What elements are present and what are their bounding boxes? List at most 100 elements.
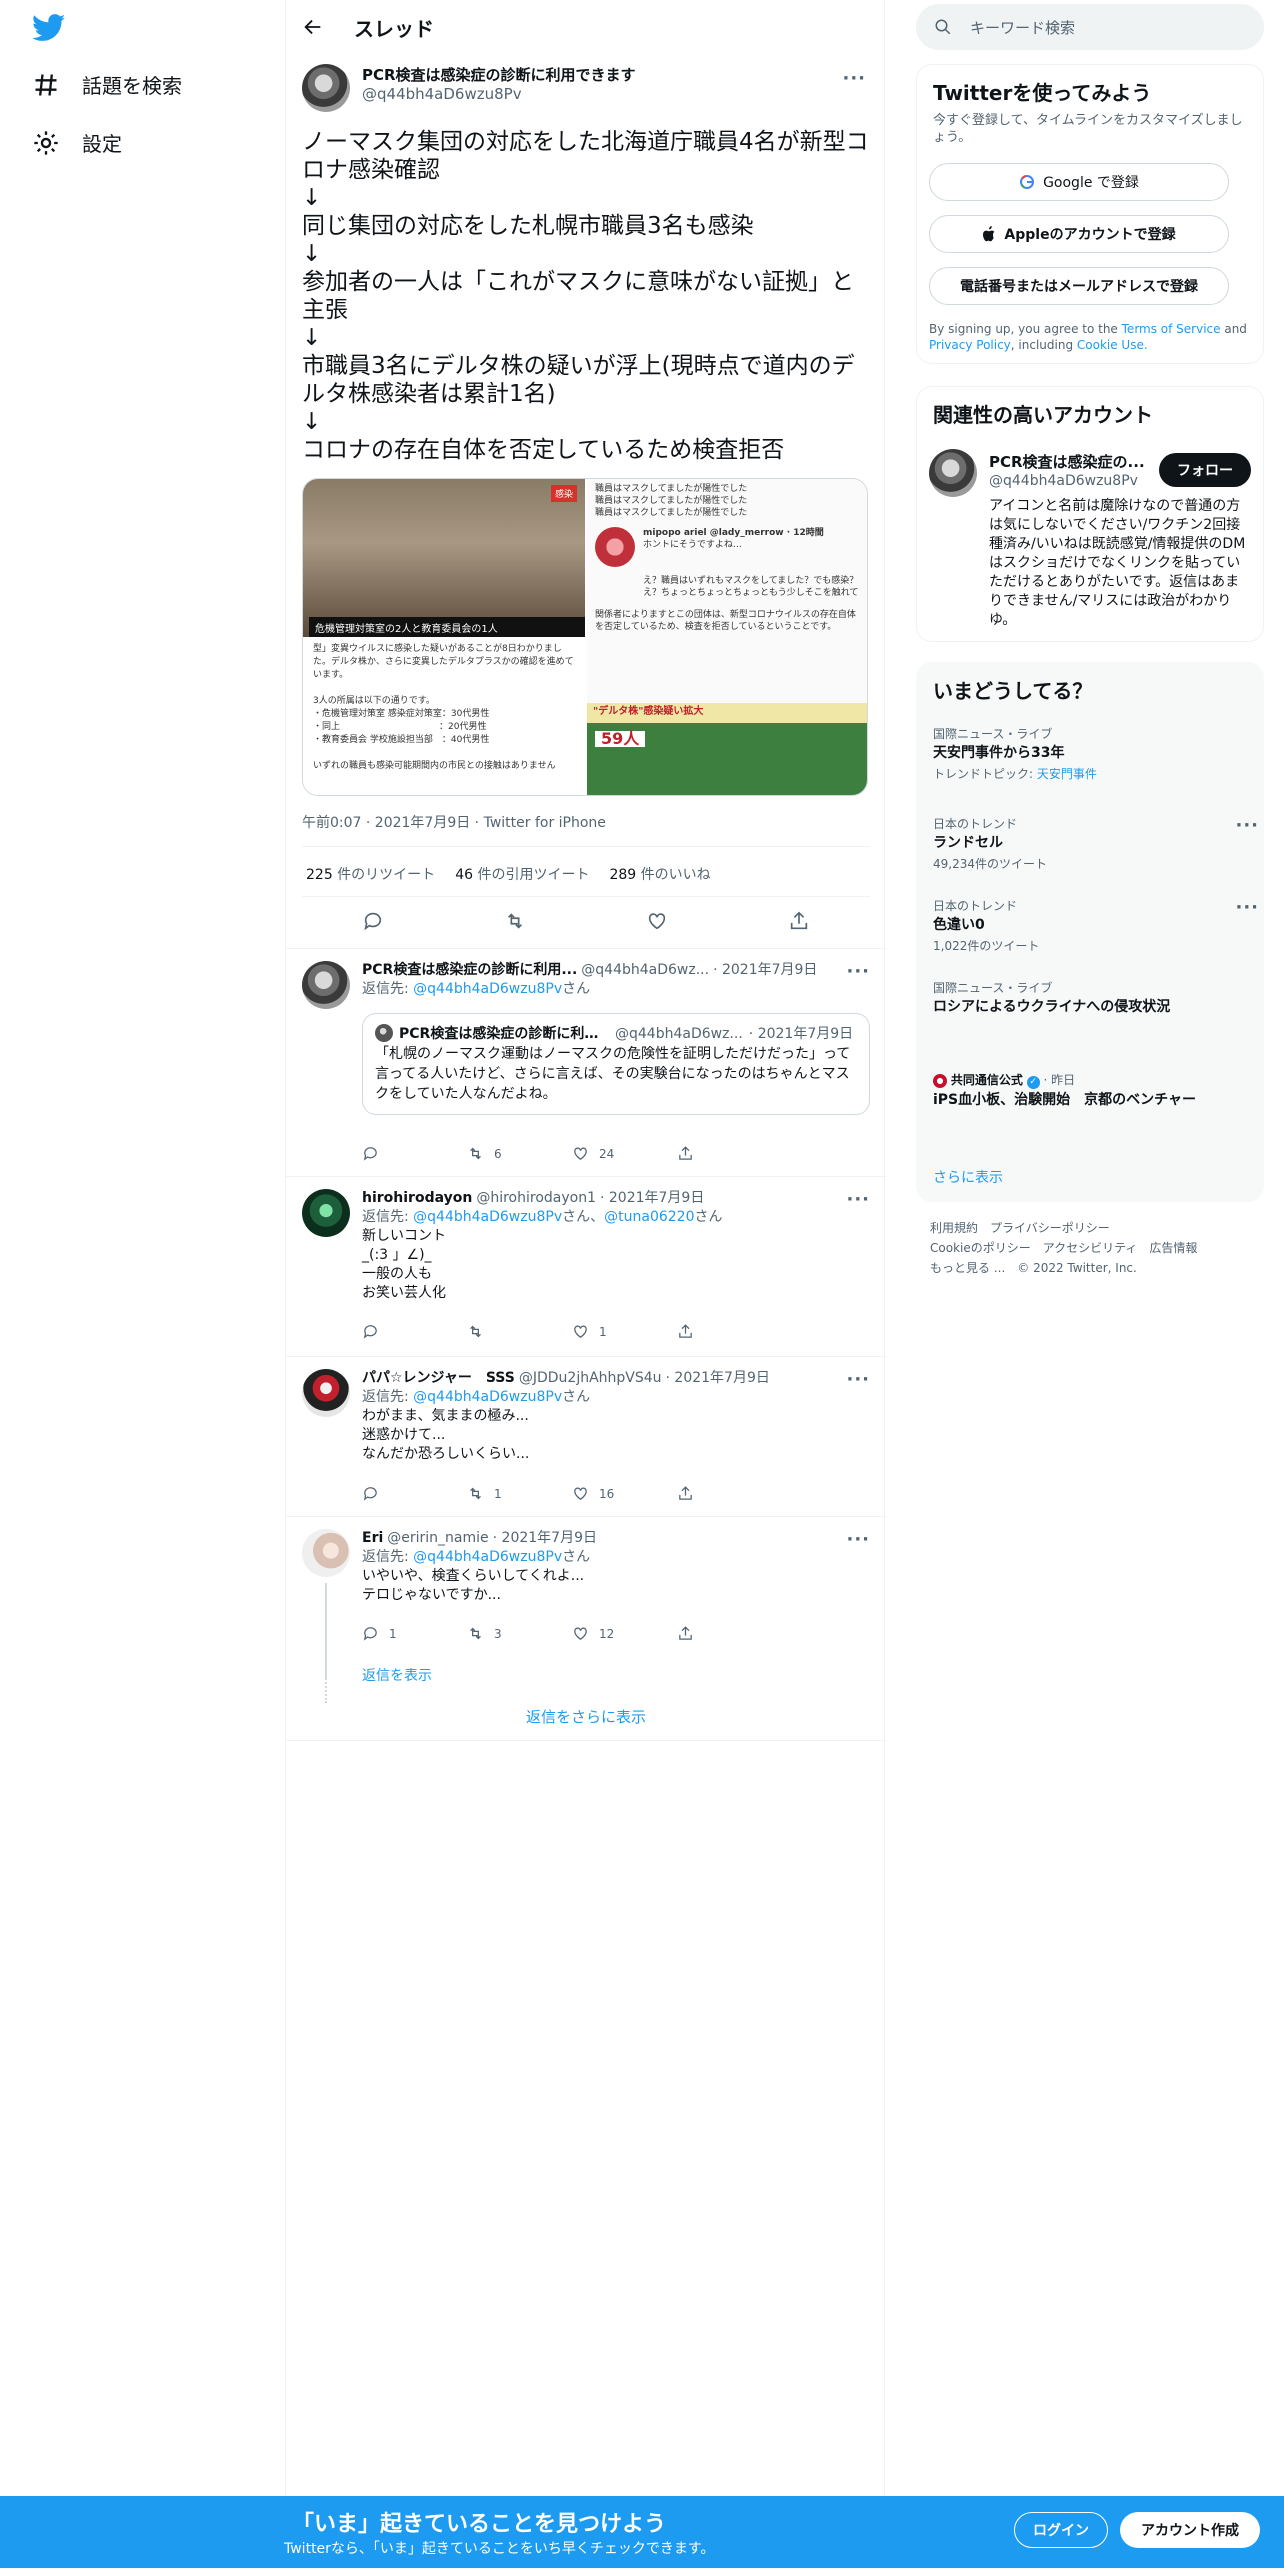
reply-button[interactable]: 1 [362,1625,467,1642]
share-icon[interactable] [788,910,810,932]
reply-tweet[interactable]: ··· パパ☆レンジャー SSS @JDDu2jhAhhpVS4u · 2021… [286,1357,886,1517]
share-button[interactable] [677,1485,782,1502]
reply-actions: 1 [362,1323,782,1340]
show-more-replies-link[interactable]: 返信をさらに表示 [286,1706,886,1727]
cookie-link[interactable]: Cookie Use. [1077,338,1148,352]
reply-date[interactable]: · 2021年7月9日 [600,1189,704,1208]
reply-date[interactable]: · 2021年7月9日 [493,1529,597,1548]
relevant-account-handle[interactable]: @q44bh4aD6wzu8Pv [989,473,1138,489]
like-button[interactable]: 1 [572,1323,677,1340]
reply-date[interactable]: · 2021年7月9日 [713,961,817,980]
reply-actions: 1 16 [362,1485,782,1502]
google-signup-button[interactable]: Google で登録 [929,163,1229,201]
reply-tweet[interactable]: ··· PCR検査は感染症の診断に利用... @q44bh4aD6wz... ·… [286,949,886,1177]
reply-text: いやいや、検査くらいしてくれよ... テロじゃないですか... [362,1568,585,1603]
retweet-icon[interactable] [504,910,526,932]
phone-email-signup-button[interactable]: 電話番号またはメールアドレスで登録 [929,267,1229,305]
trend-topic-link[interactable]: 天安門事件 [1037,767,1097,781]
footer-ads-link[interactable]: 広告情報 [1149,1241,1197,1255]
media-image-1[interactable]: 感染 危機管理対策室の2人と教育委員会の1人 型」変異ウイルスに感染した疑いがあ… [303,479,585,795]
privacy-link[interactable]: Privacy Policy [929,338,1011,352]
reply-button[interactable] [362,1145,467,1162]
retweet-count[interactable]: 225 件のリツイート [306,864,435,884]
nav-settings[interactable]: 設定 [32,128,122,157]
more-options-icon[interactable]: ··· [1235,815,1259,836]
back-arrow-icon[interactable] [302,16,324,38]
mention-link[interactable]: @q44bh4aD6wzu8Pv [413,1209,562,1225]
reply-date[interactable]: · 2021年7月9日 [666,1369,770,1388]
reply-author-name[interactable]: hirohirodayon [362,1189,472,1208]
retweet-button[interactable] [467,1323,572,1340]
mention-link[interactable]: @tuna06220 [604,1209,694,1225]
trend-item[interactable]: 日本のトレンド ランドセル 49,234件のツイート ··· [933,815,1258,872]
tweet-timestamp[interactable]: 午前0:07 · 2021年7月9日 · Twitter for iPhone [302,812,606,832]
mention-link[interactable]: @q44bh4aD6wzu8Pv [413,981,562,997]
avatar[interactable] [302,1529,350,1577]
search-bar[interactable]: キーワード検索 [916,4,1264,50]
quote-count[interactable]: 46 件の引用ツイート [455,864,589,884]
reply-author-handle[interactable]: @q44bh4aD6wz... [581,961,709,980]
reply-author-handle[interactable]: @hirohirodayon1 [476,1189,596,1208]
footer-cookie-link[interactable]: Cookieのポリシー [930,1241,1031,1255]
mention-link[interactable]: @q44bh4aD6wzu8Pv [413,1389,562,1405]
like-icon[interactable] [646,910,668,932]
reply-button[interactable] [362,1485,467,1502]
footer-privacy-link[interactable]: プライバシーポリシー [990,1221,1110,1235]
twitter-logo-icon[interactable] [32,14,66,42]
reply-actions: 1 3 12 [362,1625,782,1642]
share-button[interactable] [677,1625,782,1642]
reply-author-name[interactable]: パパ☆レンジャー SSS [362,1369,515,1388]
retweet-button[interactable]: 1 [467,1485,572,1502]
share-button[interactable] [677,1145,782,1162]
footer-more-link[interactable]: もっと見る ... [930,1261,1005,1275]
relevant-account-name[interactable]: PCR検査は感染症の... [989,451,1149,472]
avatar[interactable] [302,1189,350,1237]
trend-item[interactable]: 国際ニュース・ライブ ロシアによるウクライナへの侵攻状況 [933,979,1253,1017]
trend-item[interactable]: 共同通信公式 ✓ · 昨日 iPS血小板、治験開始 京都のベンチャー [933,1071,1253,1110]
reply-button[interactable] [362,1323,467,1340]
retweet-icon [470,1487,481,1500]
author-handle[interactable]: @q44bh4aD6wzu8Pv [362,85,636,103]
like-button[interactable]: 12 [572,1625,677,1642]
reply-icon[interactable] [362,910,384,932]
media-mid-text: え？職員はいずれもマスクをしてました？でも感染？え？ちょっとちょっとちょっともう… [643,576,859,598]
terms-link[interactable]: Terms of Service [1122,322,1221,336]
reply-author-handle[interactable]: @eririn_namie [387,1529,488,1548]
trend-item[interactable]: 国際ニュース・ライブ 天安門事件から33年 トレンドトピック: 天安門事件 [933,725,1253,782]
avatar[interactable] [302,961,350,1009]
tweet-media-grid[interactable]: 感染 危機管理対策室の2人と教育委員会の1人 型」変異ウイルスに感染した疑いがあ… [302,478,868,796]
search-input[interactable]: キーワード検索 [970,17,1075,38]
show-more-trends-link[interactable]: さらに表示 [933,1167,1003,1187]
retweet-button[interactable]: 6 [467,1145,572,1162]
reply-author-handle[interactable]: @JDDu2jhAhhpVS4u [519,1369,662,1388]
like-count[interactable]: 289 件のいいね [609,864,710,884]
login-button[interactable]: ログイン [1014,2512,1108,2548]
share-icon [679,1486,692,1500]
media-image-2[interactable]: 職員はマスクしてましたが陽性でした 職員はマスクしてましたが陽性でした 職員はマ… [587,479,867,795]
quoted-tweet[interactable]: PCR検査は感染症の診断に利用... @q44bh4aD6wz... · 202… [362,1013,870,1115]
reply-author-name[interactable]: Eri [362,1529,383,1548]
left-navigation: 話題を検索 設定 [0,0,284,2568]
show-replies-link[interactable]: 返信を表示 [362,1665,432,1685]
more-options-icon[interactable]: ··· [1235,897,1259,918]
footer-terms-link[interactable]: 利用規約 [930,1221,978,1235]
avatar[interactable] [302,64,350,112]
follow-button[interactable]: フォロー [1159,453,1251,487]
trend-item[interactable]: 日本のトレンド 色違い0 1,022件のツイート ··· [933,897,1258,954]
join-subtitle: 今すぐ登録して、タイムラインをカスタマイズしましょう。 [933,113,1243,145]
apple-signup-button[interactable]: Appleのアカウントで登録 [929,215,1229,253]
like-button[interactable]: 16 [572,1485,677,1502]
like-button[interactable]: 24 [572,1145,677,1162]
reply-tweet[interactable]: ··· hirohirodayon @hirohirodayon1 · 2021… [286,1177,886,1357]
avatar[interactable] [929,449,977,497]
more-options-icon[interactable]: ··· [842,68,866,89]
author-name[interactable]: PCR検査は感染症の診断に利用できます [362,64,636,85]
avatar[interactable] [302,1369,350,1417]
mention-link[interactable]: @q44bh4aD6wzu8Pv [413,1549,562,1565]
reply-author-name[interactable]: PCR検査は感染症の診断に利用... [362,961,577,980]
footer-accessibility-link[interactable]: アクセシビリティ [1043,1241,1138,1255]
share-button[interactable] [677,1323,782,1340]
signup-button[interactable]: アカウント作成 [1120,2512,1260,2548]
nav-explore[interactable]: 話題を検索 [32,70,182,99]
retweet-button[interactable]: 3 [467,1625,572,1642]
